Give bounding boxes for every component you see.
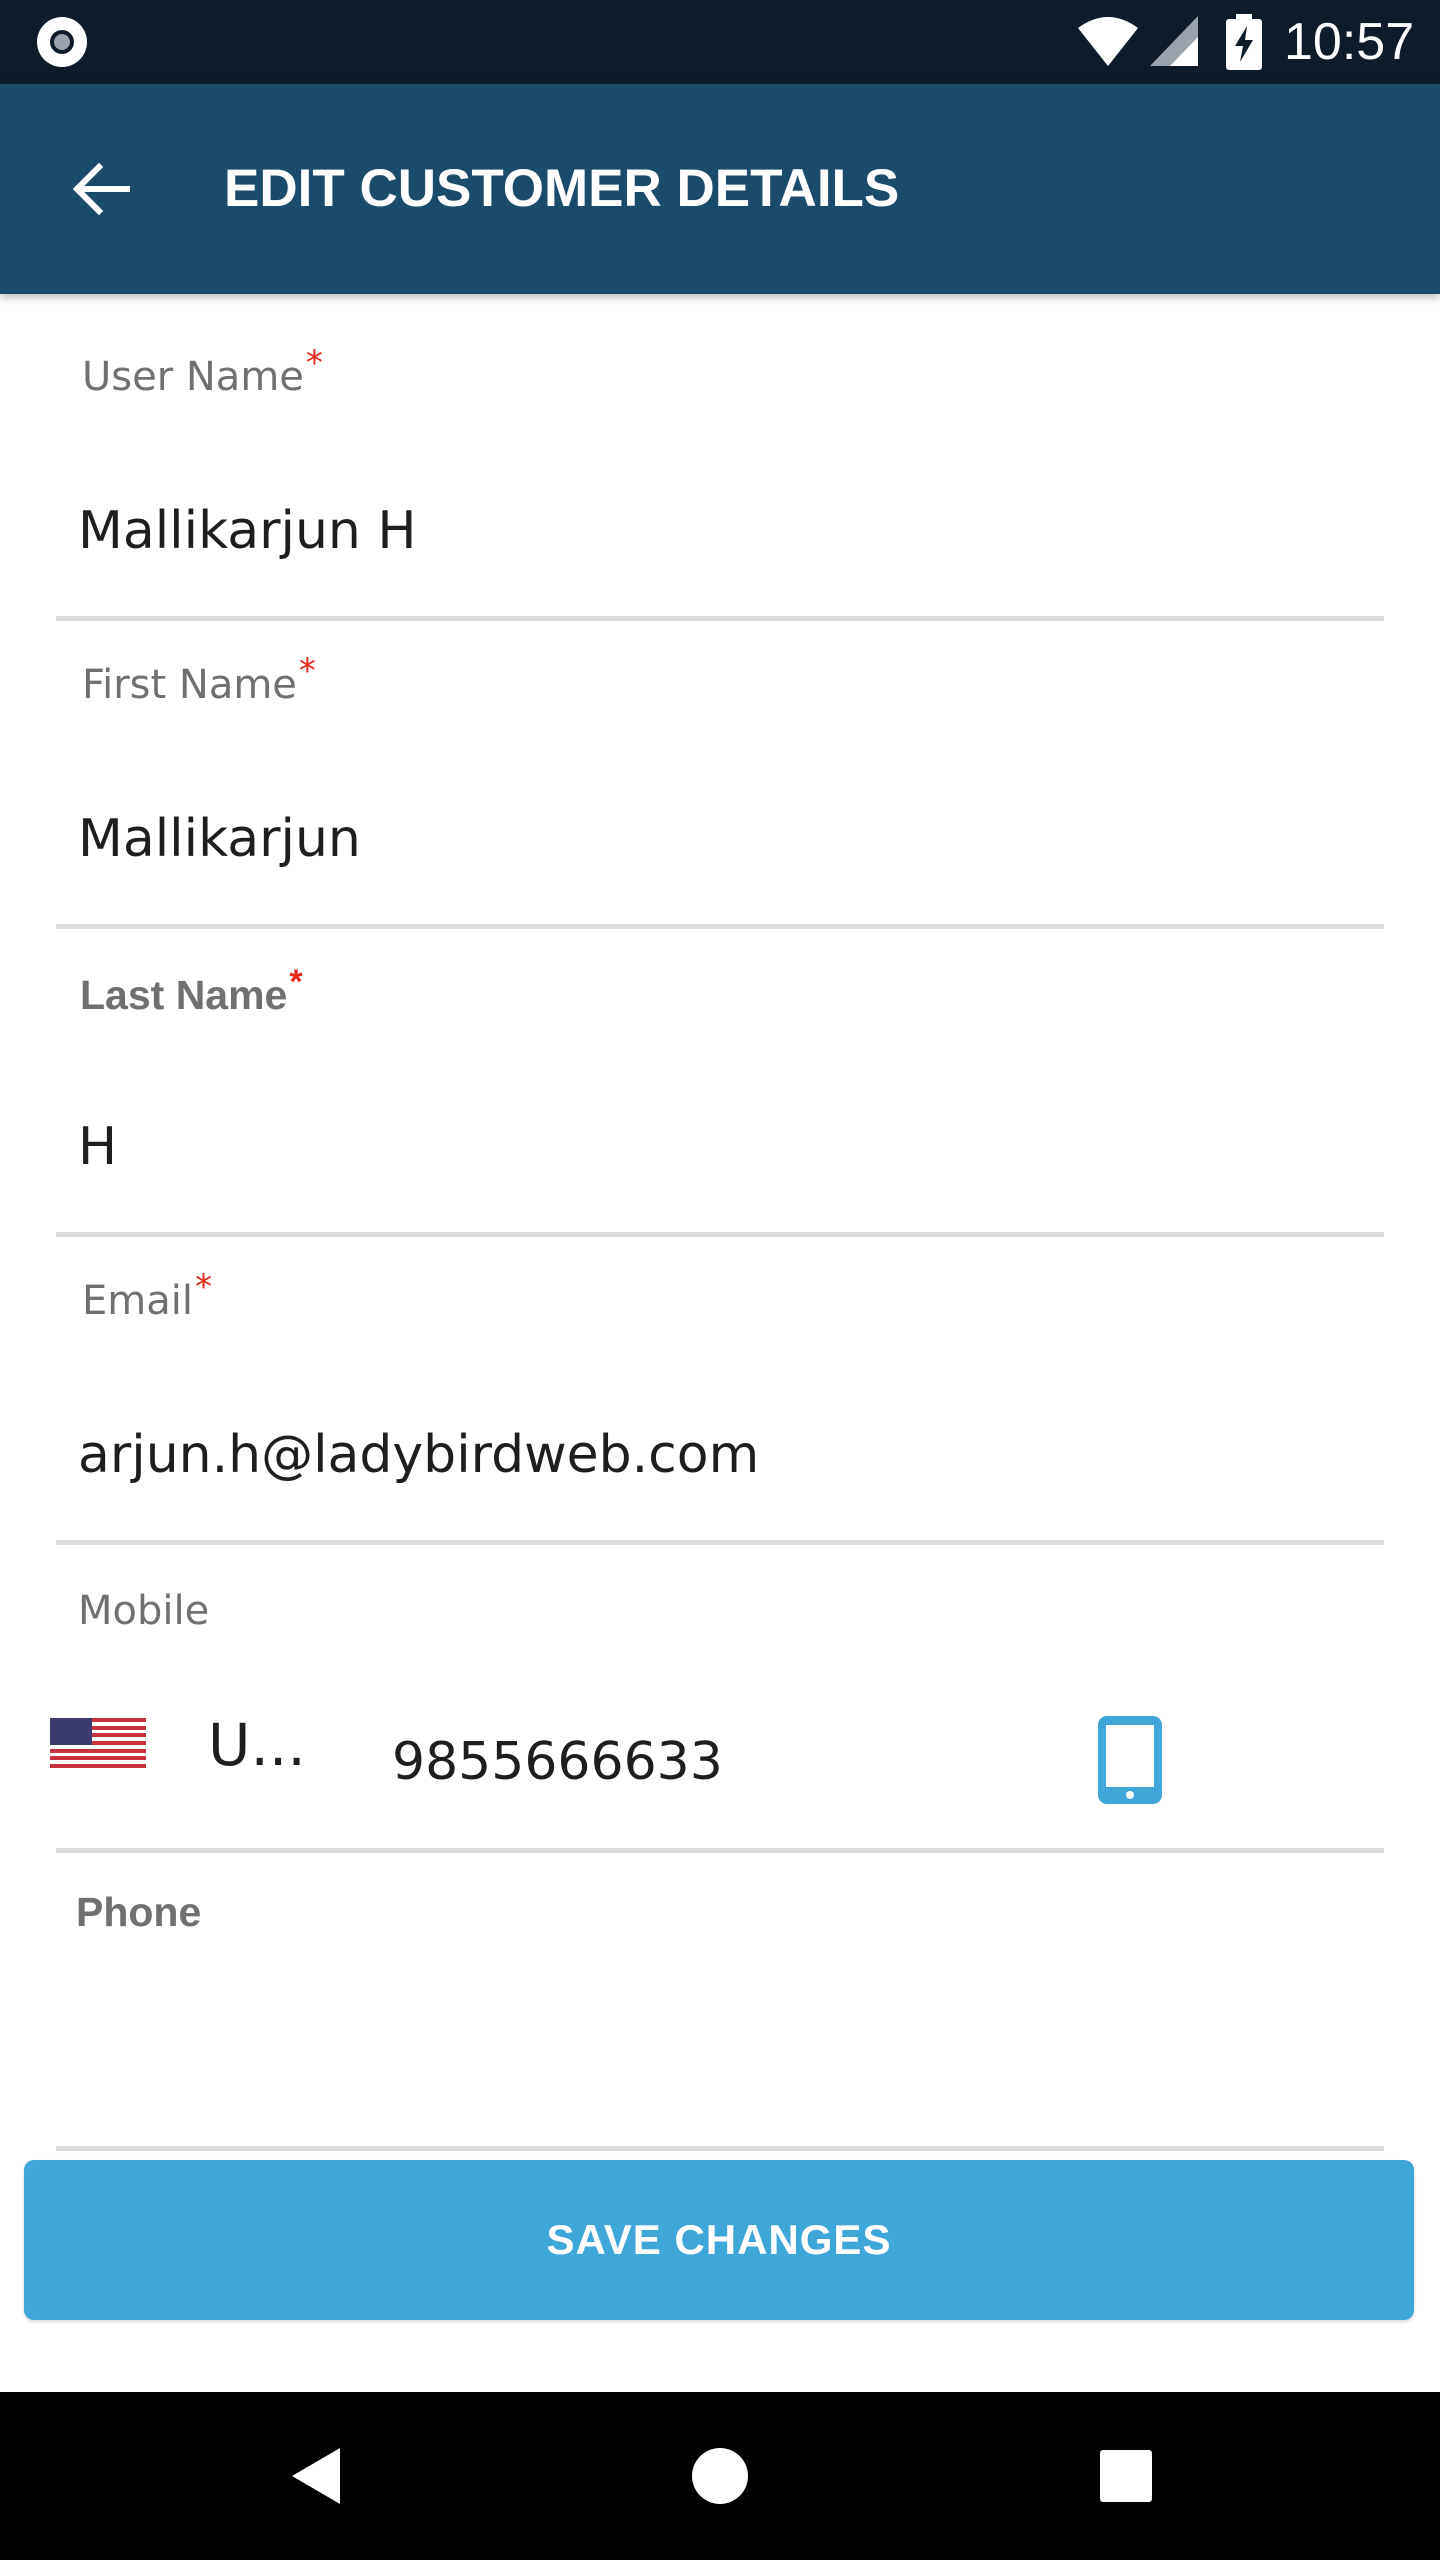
email-underline bbox=[56, 1540, 1384, 1545]
nav-home-button[interactable] bbox=[680, 2436, 760, 2516]
square-recents-icon bbox=[1100, 2450, 1152, 2502]
tablet-icon[interactable] bbox=[1096, 1714, 1164, 1806]
battery-charging-icon bbox=[1226, 14, 1262, 70]
circle-home-icon bbox=[692, 2448, 748, 2504]
navigation-bar bbox=[0, 2392, 1440, 2560]
required-indicator: * bbox=[305, 343, 323, 383]
app-bar: EDIT CUSTOMER DETAILS bbox=[0, 84, 1440, 294]
signal-icon bbox=[1150, 16, 1198, 66]
wifi-icon bbox=[1078, 17, 1138, 66]
us-flag-icon[interactable] bbox=[50, 1718, 146, 1768]
required-indicator: * bbox=[194, 1267, 212, 1307]
page-title: EDIT CUSTOMER DETAILS bbox=[224, 159, 900, 218]
save-changes-button[interactable]: SAVE CHANGES bbox=[24, 2160, 1414, 2320]
required-indicator: * bbox=[289, 963, 303, 1001]
last-name-input[interactable] bbox=[78, 1107, 1378, 1187]
user-name-label: User Name* bbox=[82, 343, 323, 400]
phone-input[interactable] bbox=[78, 2020, 1378, 2100]
email-input[interactable] bbox=[78, 1415, 1378, 1495]
nav-recents-button[interactable] bbox=[1086, 2436, 1166, 2516]
phone-label: Phone bbox=[76, 1889, 202, 1935]
last-name-underline bbox=[56, 1232, 1384, 1237]
record-icon bbox=[37, 17, 87, 67]
mobile-label: Mobile bbox=[78, 1588, 210, 1634]
email-label: Email* bbox=[82, 1267, 212, 1324]
mobile-underline bbox=[56, 1848, 1384, 1853]
clock: 10:57 bbox=[1284, 13, 1415, 71]
country-code-selector[interactable]: U... bbox=[208, 1705, 306, 1785]
first-name-label: First Name* bbox=[82, 651, 316, 708]
last-name-label: Last Name* bbox=[80, 963, 303, 1018]
nav-back-button[interactable] bbox=[276, 2436, 356, 2516]
user-name-underline bbox=[56, 616, 1384, 621]
first-name-input[interactable] bbox=[78, 799, 1378, 879]
required-indicator: * bbox=[298, 651, 316, 691]
status-bar: 10:57 bbox=[0, 0, 1440, 84]
user-name-input[interactable] bbox=[78, 491, 1378, 571]
arrow-left-icon bbox=[72, 162, 130, 216]
first-name-underline bbox=[56, 924, 1384, 929]
triangle-back-icon bbox=[292, 2448, 340, 2504]
phone-underline bbox=[56, 2146, 1384, 2151]
back-button[interactable] bbox=[56, 144, 146, 234]
mobile-input[interactable] bbox=[392, 1722, 992, 1802]
